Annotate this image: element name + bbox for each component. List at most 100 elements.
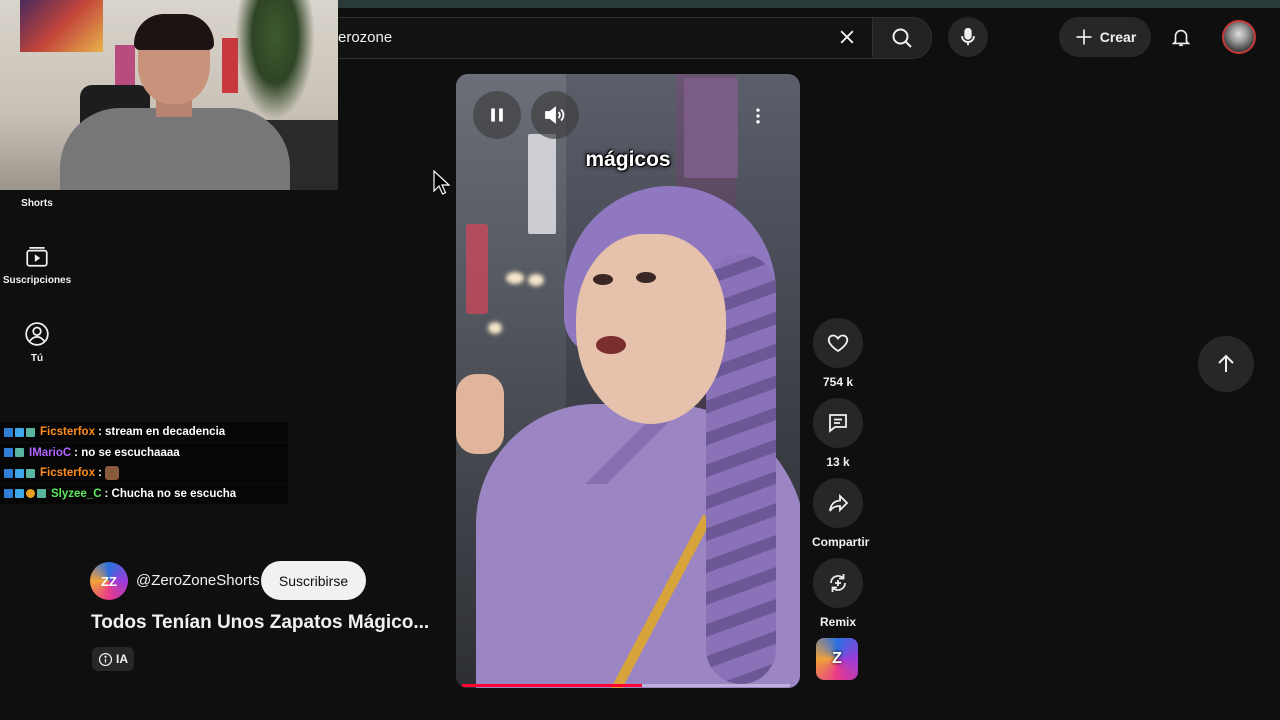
person-hair: [134, 14, 214, 50]
bell-icon: [1171, 29, 1191, 47]
neon-sign: [466, 224, 488, 314]
heart-icon: [827, 334, 849, 353]
chat-text: : Chucha no se escucha: [104, 487, 237, 500]
comment-count: 13 k: [826, 455, 850, 469]
close-icon: [840, 30, 854, 44]
share-button[interactable]: [813, 478, 863, 528]
person-shirt: [60, 108, 290, 190]
comment-button[interactable]: [813, 398, 863, 448]
badge-icon: [15, 448, 24, 457]
arrow-up-icon: [1218, 354, 1234, 372]
previous-video-button[interactable]: [1198, 336, 1254, 392]
share-icon: [829, 493, 849, 513]
video-title[interactable]: Todos Tenían Unos Zapatos Mágico...: [91, 612, 429, 634]
search-button[interactable]: [872, 17, 932, 59]
sidebar-item-you[interactable]: Tú: [0, 321, 74, 364]
search-query: erozone: [338, 29, 393, 46]
like-button[interactable]: [813, 318, 863, 368]
chat-username[interactable]: Slyzee_C: [51, 484, 102, 504]
channel-logo-icon: Z: [832, 650, 842, 667]
chat-message: Slyzee_C : Chucha no se escucha: [0, 483, 288, 504]
create-button[interactable]: Crear: [1059, 17, 1151, 57]
pause-button[interactable]: [473, 91, 521, 139]
remix-icon: [830, 574, 846, 592]
chat-text: : stream en decadencia: [97, 426, 226, 438]
badge-icon: [4, 468, 13, 478]
ai-badge[interactable]: IA: [92, 647, 134, 671]
emote-icon: [104, 466, 119, 480]
share-label: Compartir: [812, 535, 870, 549]
info-icon: [98, 652, 113, 666]
badge-icon: [26, 489, 35, 498]
woman-eye: [593, 274, 613, 285]
channel-avatar[interactable]: ZZ: [90, 562, 128, 600]
plant: [235, 0, 315, 120]
woman-eye: [636, 272, 656, 283]
sidebar-item-label: Shorts: [21, 198, 53, 209]
create-label: Crear: [1099, 29, 1137, 45]
channel-thumbnail[interactable]: Z: [816, 638, 858, 680]
woman-hand: [456, 374, 504, 454]
comment-action[interactable]: 13 k: [812, 398, 864, 469]
pause-icon: [491, 108, 503, 122]
video-caption: mágicos: [585, 148, 671, 171]
volume-button[interactable]: [531, 91, 579, 139]
badge-icon: [26, 468, 35, 478]
chat-message: Ficsterfox : stream en decadencia: [0, 422, 288, 442]
remix-action[interactable]: Remix: [812, 558, 864, 629]
share-action[interactable]: Compartir: [812, 478, 870, 549]
search-icon: [892, 28, 912, 48]
woman-mouth: [596, 336, 626, 354]
street-light: [528, 274, 544, 286]
top-strip: [338, 0, 1280, 8]
video-progress-bar[interactable]: [462, 684, 790, 687]
sidebar-item-label: Tú: [30, 353, 44, 364]
sidebar-item-shorts[interactable]: Shorts: [0, 198, 74, 209]
badge-icon: [15, 427, 24, 437]
chat-username[interactable]: Ficsterfox: [40, 463, 95, 483]
chat-username[interactable]: IMarioC: [29, 443, 71, 463]
street-light: [488, 322, 502, 334]
badge-icon: [15, 489, 24, 498]
subscribe-button[interactable]: Suscribirse: [261, 561, 366, 600]
search-input[interactable]: erozone: [338, 17, 873, 59]
sidebar-item-label: Suscripciones: [2, 275, 72, 286]
more-vertical-icon: [756, 108, 760, 124]
like-count: 754 k: [822, 375, 854, 389]
notifications-button[interactable]: [1162, 18, 1200, 56]
more-options-button[interactable]: [740, 98, 776, 134]
badge-icon: [4, 427, 13, 437]
sidebar-item-subscriptions[interactable]: Suscripciones: [0, 243, 74, 286]
channel-handle[interactable]: @ZeroZoneShorts: [136, 572, 260, 589]
voice-search-button[interactable]: [948, 17, 988, 57]
avatar[interactable]: [1222, 20, 1256, 54]
badge-icon: [4, 448, 13, 457]
comment-icon: [829, 414, 847, 433]
woman-face: [576, 234, 726, 424]
chat-username[interactable]: Ficsterfox: [40, 422, 95, 442]
volume-icon: [545, 106, 565, 124]
remix-label: Remix: [819, 615, 857, 629]
badge-icon: [4, 489, 13, 498]
badge-icon: [37, 489, 46, 498]
video-progress-fill: [462, 684, 643, 687]
chat-text: :: [97, 467, 102, 479]
badge-icon: [15, 468, 24, 478]
poster: [20, 0, 103, 52]
microphone-icon: [961, 27, 975, 46]
mouse-cursor-icon: [433, 170, 451, 195]
remix-button[interactable]: [813, 558, 863, 608]
badge-icon: [26, 427, 35, 437]
poster: [115, 45, 135, 90]
street-light: [506, 272, 524, 284]
clear-search-button[interactable]: [830, 20, 864, 54]
chat-message: Ficsterfox :: [0, 463, 288, 483]
ai-badge-label: IA: [116, 652, 128, 666]
like-action[interactable]: 754 k: [812, 318, 864, 389]
webcam-overlay: [0, 0, 338, 190]
stream-chat: Ficsterfox : stream en decadencia IMario…: [0, 422, 288, 504]
subscriptions-icon: [26, 247, 48, 267]
you-icon: [25, 322, 49, 346]
chat-message: IMarioC : no se escuchaaaa: [0, 442, 288, 463]
chat-text: : no se escuchaaaa: [74, 446, 180, 459]
